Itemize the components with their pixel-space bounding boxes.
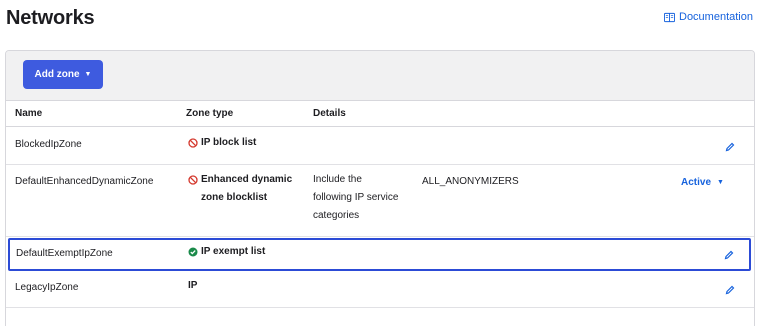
networks-panel: Add zone ▼ Name Zone type Details Blocke… bbox=[5, 50, 755, 326]
block-icon bbox=[188, 175, 198, 185]
zone-type-label: IP exempt list bbox=[201, 246, 266, 257]
details-value: ALL_ANONYMIZERS bbox=[422, 176, 519, 187]
zone-type: Enhanced dynamic zone blocklist bbox=[188, 171, 292, 207]
block-icon bbox=[188, 138, 198, 148]
documentation-label: Documentation bbox=[679, 11, 753, 23]
zone-name: DefaultExemptIpZone bbox=[16, 248, 113, 259]
column-header-details: Details bbox=[313, 108, 346, 119]
table-row[interactable]: BlockedIpZone IP block list bbox=[6, 127, 754, 165]
add-zone-label: Add zone bbox=[34, 69, 80, 80]
zone-type: IP exempt list bbox=[188, 243, 265, 261]
column-header-name: Name bbox=[15, 108, 43, 119]
table-row-selected[interactable]: DefaultExemptIpZone IP exempt list bbox=[8, 238, 751, 271]
zone-type: IP block list bbox=[188, 134, 256, 152]
documentation-link[interactable]: Documentation bbox=[664, 11, 753, 23]
chevron-down-icon: ▼ bbox=[717, 179, 724, 186]
zone-name: LegacyIpZone bbox=[15, 282, 79, 293]
column-header-zone-type: Zone type bbox=[186, 108, 234, 119]
page-title: Networks bbox=[6, 7, 95, 29]
edit-icon[interactable] bbox=[725, 142, 735, 152]
zone-name: DefaultEnhancedDynamicZone bbox=[15, 176, 154, 187]
table-row[interactable]: DefaultEnhancedDynamicZone Enhanced dyna… bbox=[6, 165, 754, 237]
zone-type-label-line-2: zone blocklist bbox=[201, 192, 268, 203]
check-circle-icon bbox=[188, 247, 198, 257]
zone-type-label: IP bbox=[188, 280, 198, 291]
details-line-2: following IP service bbox=[313, 192, 399, 203]
details-line-3: categories bbox=[313, 210, 360, 221]
edit-icon[interactable] bbox=[724, 250, 734, 260]
add-zone-button[interactable]: Add zone ▼ bbox=[23, 60, 103, 89]
edit-icon[interactable] bbox=[725, 285, 735, 295]
chevron-down-icon: ▼ bbox=[84, 71, 92, 78]
zone-type-label-line-1: Enhanced dynamic bbox=[201, 174, 293, 185]
details-line-1: Include the bbox=[313, 174, 362, 185]
zone-type: IP bbox=[188, 277, 197, 295]
table-row[interactable]: LegacyIpZone IP bbox=[6, 272, 754, 308]
zone-details: Include the following IP service categor… bbox=[313, 171, 398, 225]
zone-type-label: IP block list bbox=[201, 137, 257, 148]
status-label: Active bbox=[681, 177, 712, 188]
toolbar: Add zone ▼ bbox=[6, 51, 754, 101]
table-header: Name Zone type Details bbox=[6, 101, 754, 127]
status-dropdown[interactable]: Active ▼ bbox=[681, 177, 724, 188]
zone-name: BlockedIpZone bbox=[15, 139, 82, 150]
book-icon bbox=[664, 12, 675, 22]
